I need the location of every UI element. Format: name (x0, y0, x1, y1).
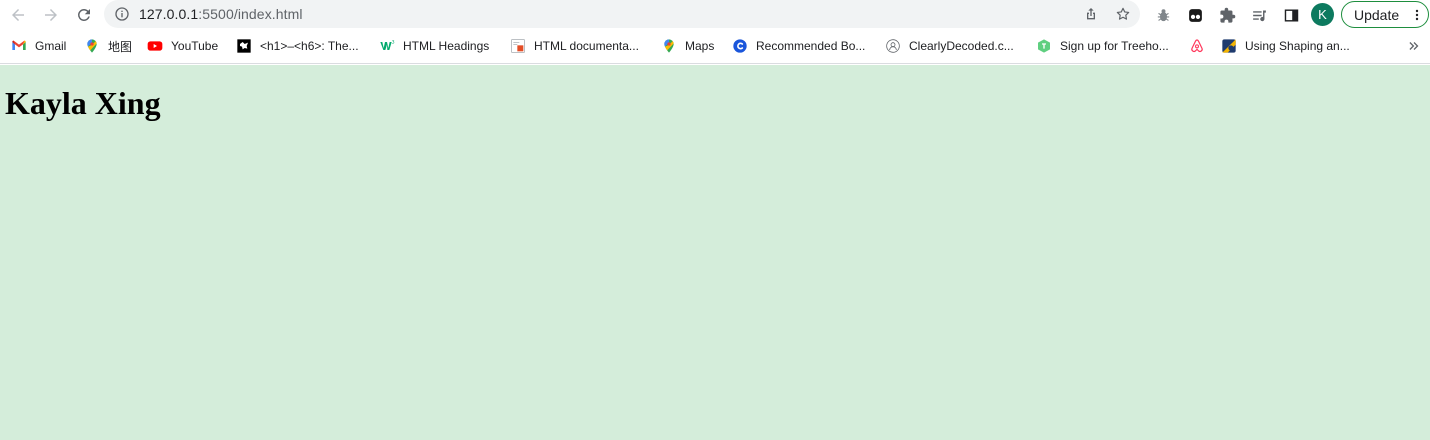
bookmark-label: Using Shaping an... (1245, 39, 1350, 53)
bookmark-label: ClearlyDecoded.c... (909, 39, 1014, 53)
bookmark-gmail[interactable]: Gmail (11, 37, 66, 55)
bookmark-label: HTML documenta... (534, 39, 639, 53)
w3schools-icon: 3 (379, 38, 395, 54)
extension-tampermonkey-button[interactable] (1184, 4, 1206, 26)
reading-list-button[interactable] (1248, 4, 1270, 26)
gmail-icon (11, 38, 27, 54)
reload-icon (78, 8, 90, 21)
google-maps-icon (661, 38, 677, 54)
svg-text:3: 3 (392, 39, 395, 45)
bookmark-label: Recommended Bo... (756, 39, 866, 53)
arrow-left-icon (12, 9, 24, 21)
share-button[interactable] (1081, 4, 1101, 24)
bookmark-html-headings[interactable]: 3 HTML Headings (379, 37, 489, 55)
side-panel-icon (1284, 8, 1298, 22)
update-button[interactable]: Update (1341, 1, 1429, 28)
bookmark-recommended[interactable]: Recommended Bo... (732, 37, 865, 55)
bookmark-label: <h1>–<h6>: The... (260, 39, 359, 53)
star-icon (1116, 7, 1130, 20)
bookmark-treehouse[interactable]: Sign up for Treeho... (1036, 37, 1169, 55)
url-path: :5500/index.html (198, 6, 303, 22)
more-bookmarks-button[interactable] (1406, 38, 1422, 54)
puzzle-icon (1219, 7, 1235, 23)
bookmark-clearlydecoded[interactable]: ClearlyDecoded.c... (885, 37, 1014, 55)
youtube-icon (147, 38, 163, 54)
reading-list-icon (1252, 10, 1266, 21)
bookmark-html-documentation[interactable]: HTML documenta... (510, 37, 639, 55)
bookmark-using-shaping[interactable]: Using Shaping an... (1221, 37, 1350, 55)
bookmark-maps-cn[interactable]: 地图 (84, 37, 132, 55)
browser-toolbar: 127.0.0.1:5500/index.html K Update (0, 0, 1430, 29)
tampermonkey-icon (1188, 8, 1202, 22)
bookmark-label: Sign up for Treeho... (1060, 39, 1169, 53)
site-info-icon[interactable] (113, 5, 131, 23)
chevron-double-right-icon (1409, 42, 1419, 50)
bookmark-label: 地图 (108, 39, 133, 54)
bookmark-label: HTML Headings (403, 39, 490, 53)
shaping-icon (1221, 38, 1237, 54)
bookmarks-bar: Gmail 地图 YouTube <h1>–<h6>: The... 3 HTM… (0, 29, 1430, 64)
reload-button[interactable] (71, 2, 97, 28)
profile-avatar[interactable]: K (1311, 3, 1334, 26)
bookmark-maps[interactable]: Maps (661, 37, 714, 55)
recommended-icon (732, 38, 748, 54)
bookmark-label: YouTube (171, 39, 219, 53)
page-content: Kayla Xing (0, 65, 1430, 440)
extension-bug-button[interactable] (1152, 4, 1174, 26)
bookmark-label: Gmail (35, 39, 67, 53)
bookmark-mdn-headings[interactable]: <h1>–<h6>: The... (236, 37, 359, 55)
mdn-icon (236, 38, 252, 54)
clearlydecoded-icon (885, 38, 901, 54)
bookmark-star-button[interactable] (1113, 4, 1133, 24)
side-panel-button[interactable] (1280, 4, 1302, 26)
arrow-right-icon (45, 9, 57, 21)
bookmark-label: Maps (685, 39, 715, 53)
address-bar[interactable]: 127.0.0.1:5500/index.html (104, 0, 1140, 28)
treehouse-icon (1036, 38, 1052, 54)
google-maps-icon (84, 38, 100, 54)
update-button-label: Update (1354, 7, 1400, 23)
url-host: 127.0.0.1 (139, 6, 199, 22)
more-vert-icon[interactable] (1411, 7, 1423, 23)
back-button[interactable] (5, 2, 31, 28)
extensions-button[interactable] (1216, 4, 1238, 26)
html-doc-icon (510, 38, 526, 54)
forward-button[interactable] (38, 2, 64, 28)
bookmark-youtube[interactable]: YouTube (147, 37, 218, 55)
share-icon (1087, 8, 1095, 20)
bug-icon (1157, 8, 1169, 21)
bookmark-airbnb[interactable] (1189, 37, 1205, 55)
airbnb-icon (1189, 38, 1205, 54)
page-heading: Kayla Xing (5, 85, 161, 121)
url-text[interactable]: 127.0.0.1:5500/index.html (139, 6, 303, 22)
